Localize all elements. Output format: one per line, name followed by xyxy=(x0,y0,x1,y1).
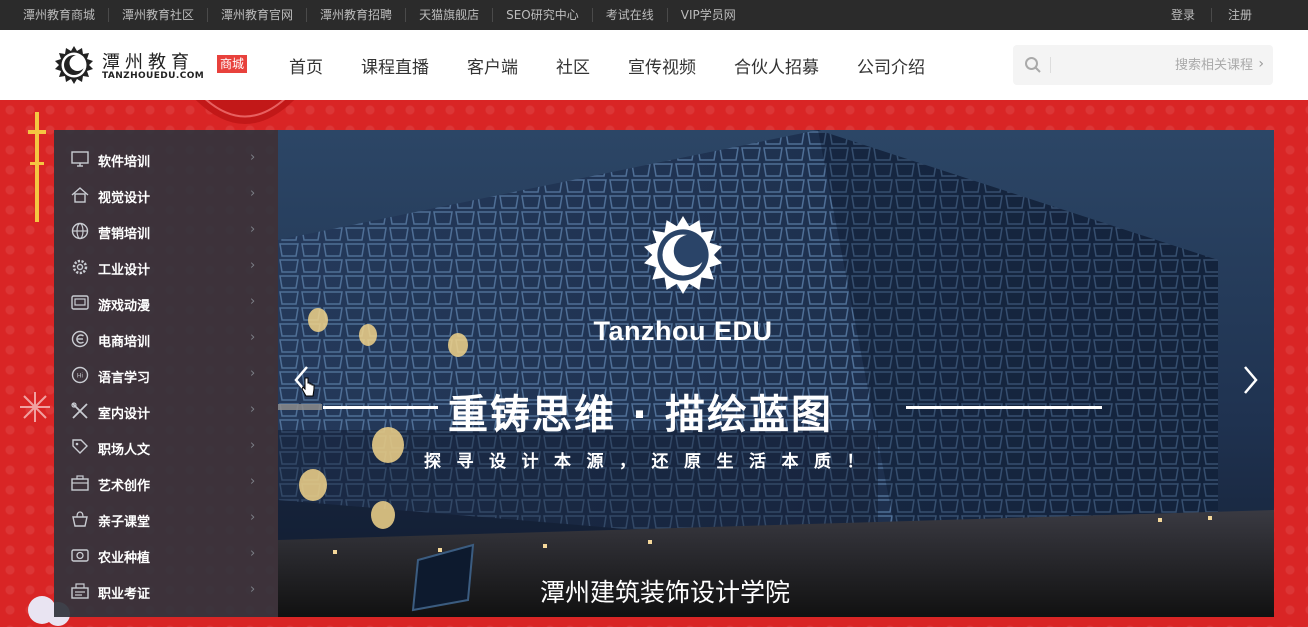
category-label: 艺术创作 xyxy=(98,479,151,494)
house-icon xyxy=(71,187,89,203)
basket-icon xyxy=(72,511,88,527)
top-link[interactable]: SEO研究中心 xyxy=(493,8,593,22)
category-label: 职场人文 xyxy=(98,443,151,458)
nav-client[interactable]: 客户端 xyxy=(467,53,518,78)
search-divider xyxy=(1050,57,1051,73)
chevron-right-icon: › xyxy=(250,474,256,489)
speech-icon: Hi xyxy=(71,366,89,384)
nav-partner-recruit[interactable]: 合伙人招募 xyxy=(734,53,819,78)
certificate-icon xyxy=(71,583,89,599)
slide-progress-bar xyxy=(278,404,322,410)
top-links: 潭州教育商城 潭州教育社区 潭州教育官网 潭州教育招聘 天猫旗舰店 SEO研究中… xyxy=(10,0,749,30)
header: 潭州教育 TANZHOUEDU.COM 商城 首页 课程直播 客户端 社区 宣传… xyxy=(0,30,1308,100)
camera-icon xyxy=(71,549,89,562)
category-item-workplace[interactable]: 职场人文 › xyxy=(54,429,278,465)
chevron-right-icon: › xyxy=(250,402,256,417)
top-bar: 潭州教育商城 潭州教育社区 潭州教育官网 潭州教育招聘 天猫旗舰店 SEO研究中… xyxy=(0,0,1308,30)
category-label: 语言学习 xyxy=(98,371,151,386)
category-label: 工业设计 xyxy=(98,263,151,278)
nav-live-courses[interactable]: 课程直播 xyxy=(361,53,429,78)
account-links: 登录 注册 xyxy=(1155,0,1268,30)
snowflake-decoration-icon xyxy=(20,392,50,422)
chevron-right-icon: › xyxy=(250,330,256,345)
top-link[interactable]: VIP学员网 xyxy=(668,8,749,22)
category-item-language[interactable]: Hi 语言学习 › xyxy=(54,357,278,393)
category-item-art[interactable]: 艺术创作 › xyxy=(54,465,278,501)
chevron-right-icon: › xyxy=(250,258,256,273)
category-label: 营销培训 xyxy=(98,227,151,242)
category-label: 农业种植 xyxy=(98,551,151,566)
banner-caption: 潭州建筑装饰设计学院 xyxy=(540,578,791,607)
category-label: 亲子课堂 xyxy=(98,515,151,530)
category-label: 软件培训 xyxy=(98,155,151,170)
chevron-right-icon: › xyxy=(250,438,256,453)
login-link[interactable]: 登录 xyxy=(1155,8,1212,22)
tag-icon xyxy=(72,439,88,454)
register-link[interactable]: 注册 xyxy=(1212,8,1268,22)
top-link[interactable]: 潭州教育官网 xyxy=(208,8,308,22)
gear-icon xyxy=(72,259,88,275)
category-label: 电商培训 xyxy=(98,335,151,350)
building-illustration xyxy=(278,130,1274,617)
tools-icon xyxy=(71,402,88,419)
title-line-right xyxy=(906,406,1102,409)
category-item-software[interactable]: 软件培训 › xyxy=(54,141,278,177)
top-link[interactable]: 潭州教育招聘 xyxy=(307,8,407,22)
top-link[interactable]: 天猫旗舰店 xyxy=(406,8,494,22)
main-nav: 首页 课程直播 客户端 社区 宣传视频 合伙人招募 公司介绍 xyxy=(270,30,944,100)
chevron-right-icon: › xyxy=(250,186,256,201)
chevron-right-icon: › xyxy=(250,510,256,525)
title-line-left xyxy=(323,406,438,409)
fan-decoration-icon xyxy=(195,100,295,124)
search-box: › xyxy=(1013,45,1273,85)
nav-home[interactable]: 首页 xyxy=(289,53,323,78)
globe-icon xyxy=(71,222,89,240)
svg-text:Hi: Hi xyxy=(77,373,84,380)
category-item-ecommerce[interactable]: 电商培训 › xyxy=(54,321,278,357)
category-item-industrial-design[interactable]: 工业设计 › xyxy=(54,249,278,285)
banner-subtitle: 探寻设计本源，还原生活本质！ xyxy=(424,452,879,472)
pointer-cursor-icon xyxy=(301,377,315,397)
chevron-right-icon[interactable] xyxy=(1240,363,1260,397)
chevron-right-icon[interactable]: › xyxy=(1258,56,1264,72)
category-label: 室内设计 xyxy=(98,407,151,422)
category-label: 视觉设计 xyxy=(98,191,151,206)
top-link[interactable]: 潭州教育商城 xyxy=(10,8,110,22)
category-item-visual-design[interactable]: 视觉设计 › xyxy=(54,177,278,213)
category-item-parenting[interactable]: 亲子课堂 › xyxy=(54,501,278,537)
chevron-right-icon: › xyxy=(250,546,256,561)
category-item-agriculture[interactable]: 农业种植 › xyxy=(54,537,278,573)
search-input[interactable] xyxy=(1058,53,1253,77)
ecommerce-icon xyxy=(71,330,89,348)
screen-icon xyxy=(71,295,89,310)
banner-title: 重铸思维 · 描绘蓝图 xyxy=(448,392,834,438)
category-menu: 软件培训 › 视觉设计 › 营销培训 › 工业设计 › 游戏动漫 › 电商培训 … xyxy=(54,130,278,617)
category-label: 游戏动漫 xyxy=(98,299,151,314)
nav-promo-video[interactable]: 宣传视频 xyxy=(628,53,696,78)
mall-badge[interactable]: 商城 xyxy=(217,55,248,73)
chevron-right-icon: › xyxy=(250,366,256,381)
chevron-right-icon: › xyxy=(250,150,256,165)
banner-slide[interactable]: Tanzhou EDU 重铸思维 · 描绘蓝图 探寻设计本源，还原生活本质！ 潭… xyxy=(278,130,1274,617)
nav-community[interactable]: 社区 xyxy=(556,53,590,78)
category-item-game-animation[interactable]: 游戏动漫 › xyxy=(54,285,278,321)
search-icon[interactable] xyxy=(1023,55,1043,75)
banner-brand: Tanzhou EDU xyxy=(593,316,773,346)
tanzhou-logo-icon xyxy=(644,216,722,294)
category-item-marketing[interactable]: 营销培训 › xyxy=(54,213,278,249)
briefcase-icon xyxy=(71,475,89,491)
top-link[interactable]: 考试在线 xyxy=(593,8,668,22)
chevron-right-icon: › xyxy=(250,222,256,237)
brand-domain: TANZHOUEDU.COM xyxy=(102,71,205,81)
lantern-decoration-icon xyxy=(28,112,46,222)
category-item-certification[interactable]: 职业考证 › xyxy=(54,573,278,609)
category-label: 职业考证 xyxy=(98,587,151,602)
chevron-right-icon: › xyxy=(250,582,256,597)
chevron-right-icon: › xyxy=(250,294,256,309)
top-link[interactable]: 潭州教育社区 xyxy=(109,8,209,22)
category-item-interior-design[interactable]: 室内设计 › xyxy=(54,393,278,429)
nav-about[interactable]: 公司介绍 xyxy=(857,53,925,78)
logo-icon[interactable] xyxy=(54,45,94,85)
monitor-icon xyxy=(71,151,89,167)
